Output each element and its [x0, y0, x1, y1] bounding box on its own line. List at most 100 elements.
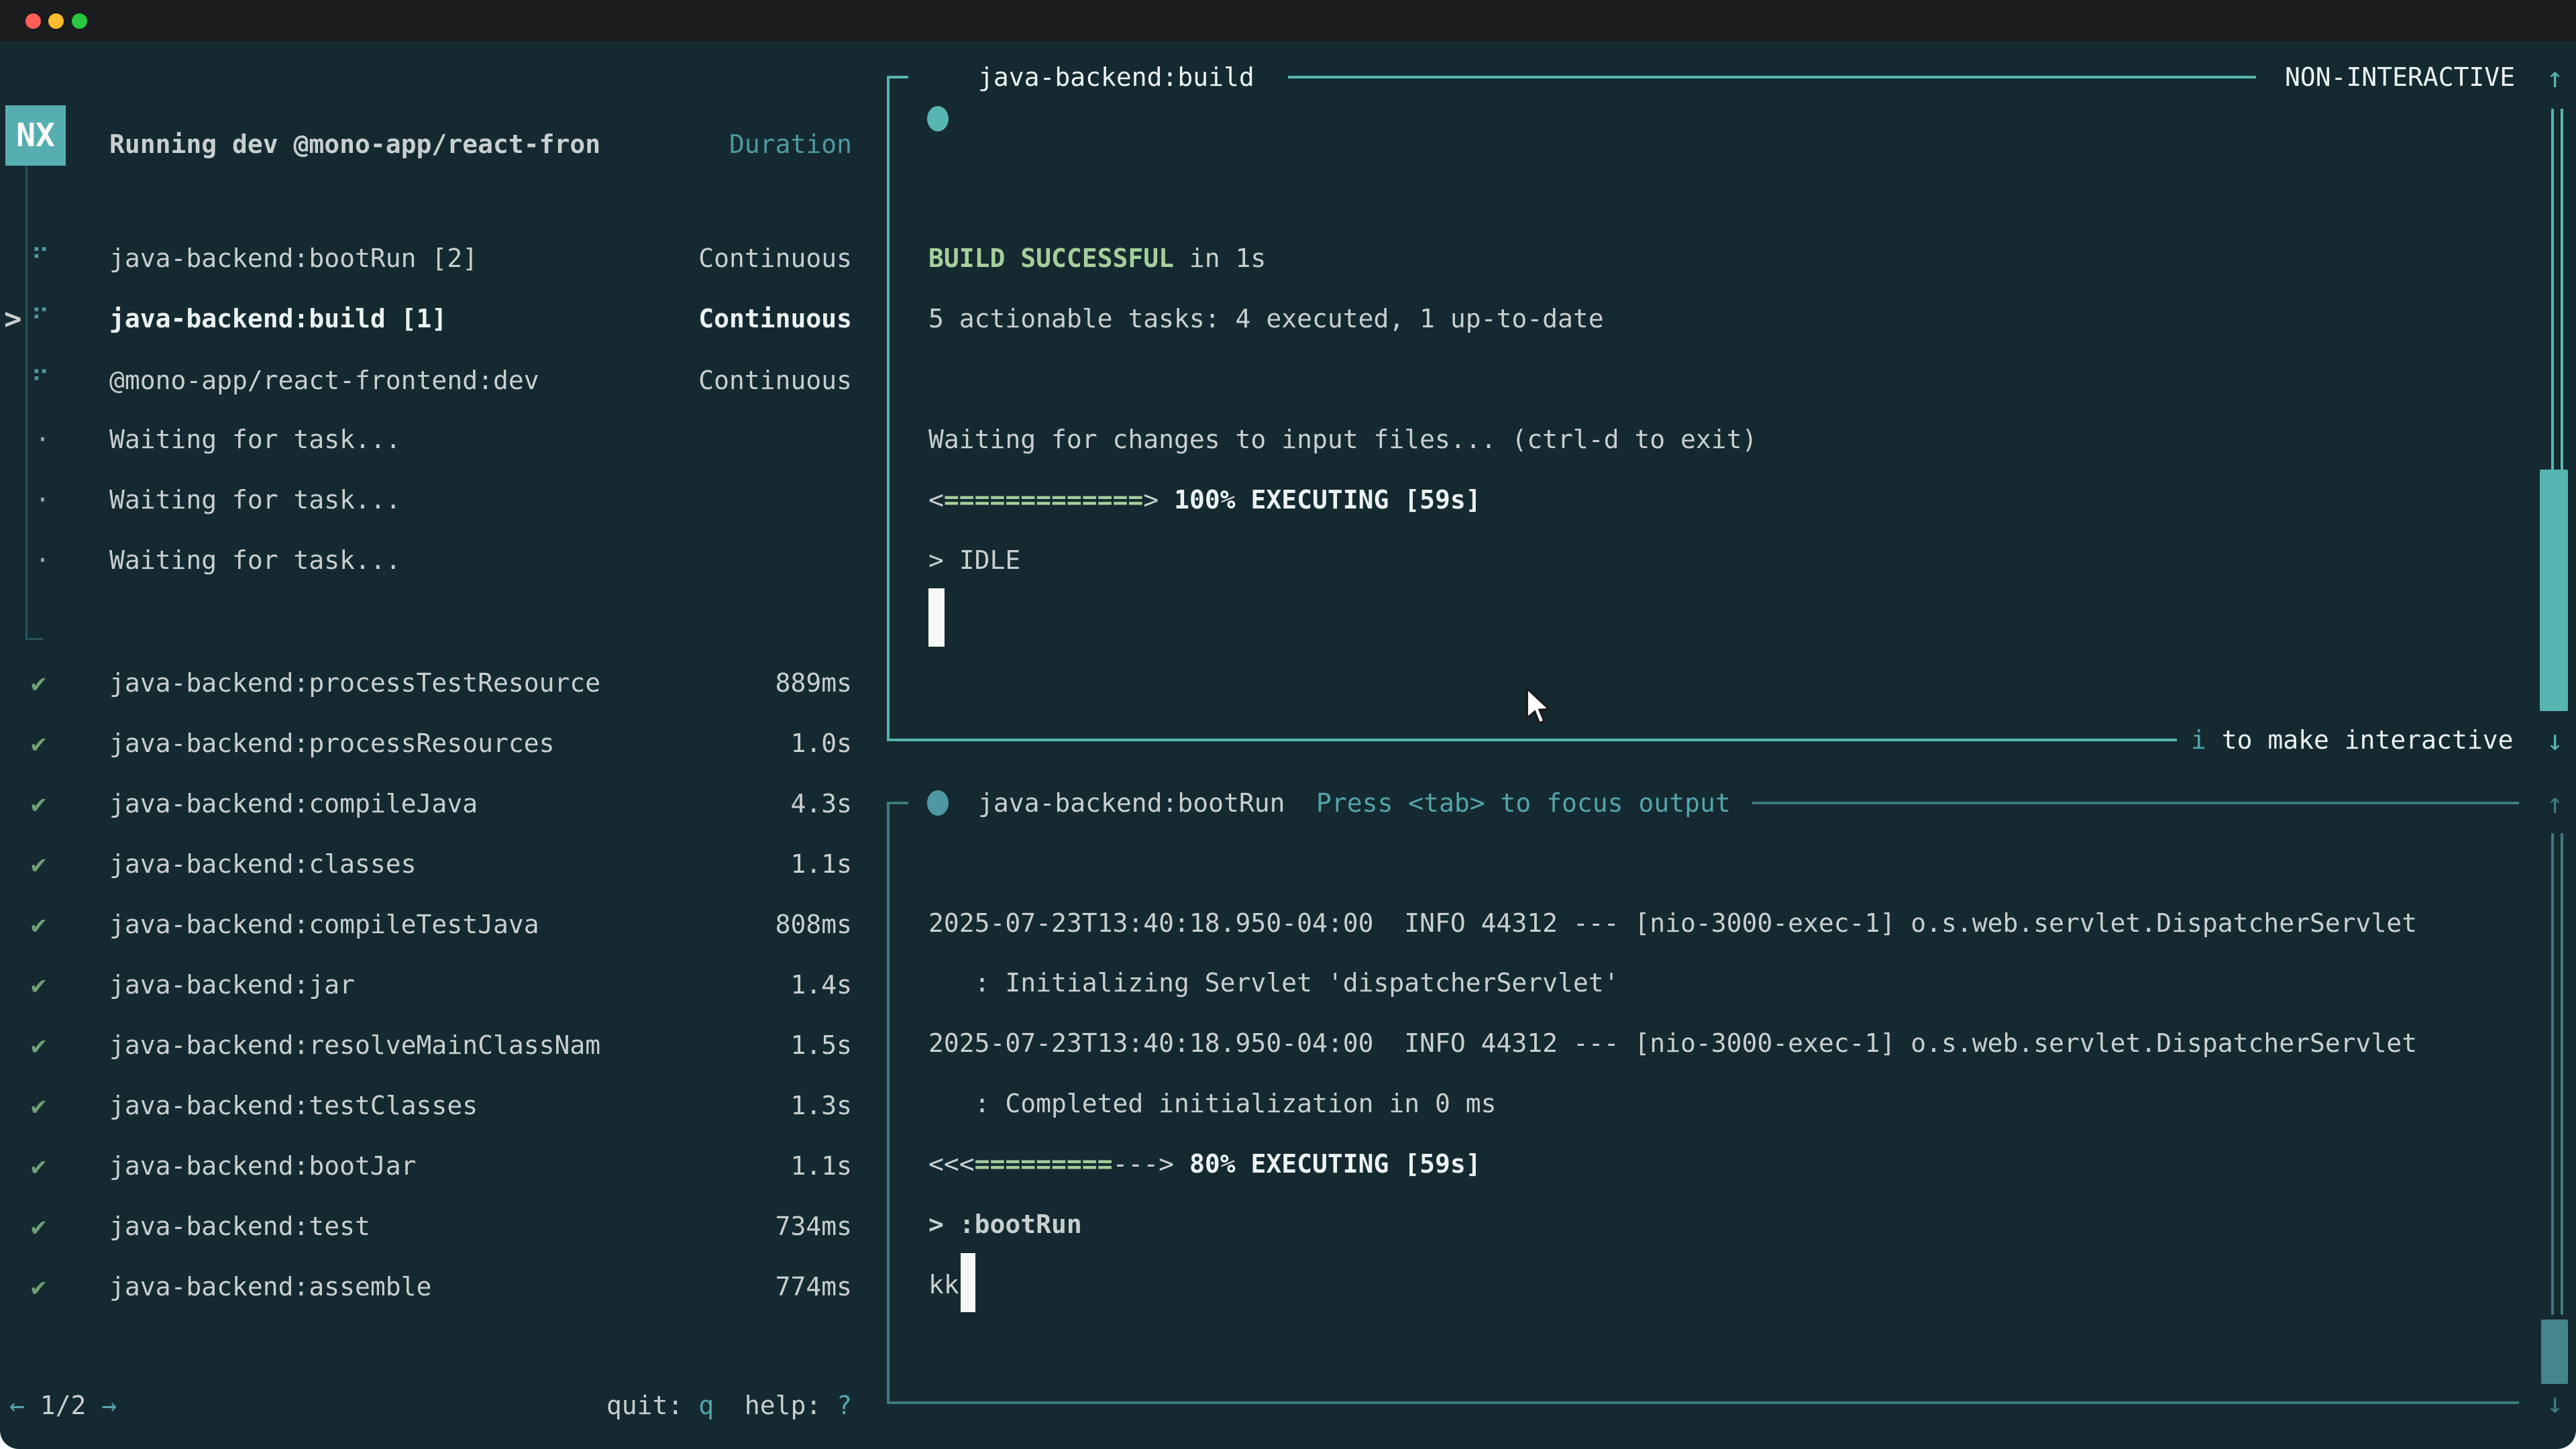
build-panel-border-left — [887, 76, 890, 739]
task-row-completed[interactable]: ✔ java-backend:bootJar 1.1s — [0, 1136, 887, 1196]
task-duration: 889ms — [775, 668, 852, 698]
sidebar-footer: ← 1/2 → quit: q help: ? — [0, 1375, 887, 1436]
task-name: Waiting for task... — [109, 425, 401, 454]
bootrun-focus-hint: Press <tab> to focus output — [1316, 773, 1731, 833]
build-panel-scroll-up-icon[interactable]: ↑ — [2546, 47, 2563, 107]
check-icon: ✔ — [31, 729, 71, 758]
build-status-line: > IDLE — [928, 530, 1020, 590]
task-row-completed[interactable]: ✔ java-backend:resolveMainClassNam 1.5s — [0, 1015, 887, 1075]
interactive-key[interactable]: i — [2191, 725, 2206, 755]
task-row-completed[interactable]: ✔ java-backend:assemble 774ms — [0, 1256, 887, 1317]
task-duration: 1.3s — [790, 1091, 852, 1120]
task-duration: Continuous — [698, 304, 852, 333]
task-duration: 734ms — [775, 1212, 852, 1241]
progress-fill: ============= — [944, 485, 1143, 515]
build-terminal-cursor — [928, 588, 945, 647]
task-row-waiting[interactable]: · Waiting for task... — [0, 409, 887, 470]
check-icon: ✔ — [31, 1272, 71, 1301]
task-row-completed[interactable]: ✔ java-backend:test 734ms — [0, 1196, 887, 1256]
bootrun-panel-scroll-up-icon[interactable]: ↑ — [2546, 773, 2563, 833]
help-key[interactable]: ? — [837, 1391, 852, 1420]
page-prev-icon[interactable]: ← — [9, 1391, 25, 1420]
build-panel-mode-badge: NON-INTERACTIVE — [2285, 47, 2515, 107]
task-name: java-backend:jar — [109, 970, 355, 1000]
bootrun-panel-status-dot-icon — [927, 790, 949, 816]
check-icon: ✔ — [31, 1091, 71, 1120]
task-row-completed[interactable]: ✔ java-backend:classes 1.1s — [0, 834, 887, 894]
bootrun-progress-bar: <<<=========---> 80% EXECUTING [59s] — [928, 1134, 1481, 1194]
build-panel-status-dot-icon — [927, 106, 949, 131]
bootrun-panel-border-left — [887, 802, 890, 1403]
progress-fill: ========= — [975, 1149, 1113, 1179]
task-duration: 1.1s — [790, 849, 852, 879]
task-row-waiting[interactable]: · Waiting for task... — [0, 470, 887, 530]
task-name: java-backend:compileJava — [109, 789, 478, 818]
bootrun-input-text: kk — [928, 1254, 959, 1315]
window-titlebar — [0, 0, 2576, 42]
check-icon: ✔ — [31, 970, 71, 1000]
duration-column-header: Duration — [729, 129, 852, 159]
progress-left-cap: < — [928, 485, 944, 515]
build-successful-label: BUILD SUCCESSFUL — [928, 244, 1174, 273]
build-panel-border-bottom — [887, 739, 2177, 741]
quit-hint-label: quit: — [606, 1391, 698, 1420]
task-group-bracket-foot — [25, 638, 43, 640]
pagination: ← 1/2 → — [9, 1391, 117, 1420]
spinner-icon: ⠋ — [31, 304, 71, 333]
spinner-icon: ⠋ — [31, 244, 71, 273]
close-window-button[interactable] — [25, 13, 41, 29]
waiting-dot-icon: · — [35, 485, 75, 515]
check-icon: ✔ — [31, 1212, 71, 1241]
bootrun-log-line: : Initializing Servlet 'dispatcherServle… — [928, 953, 1619, 1013]
task-row-completed[interactable]: ✔ java-backend:compileJava 4.3s — [0, 773, 887, 834]
task-duration: 1.0s — [790, 729, 852, 758]
task-name: java-backend:assemble — [109, 1272, 431, 1301]
task-name: java-backend:bootJar — [109, 1151, 417, 1181]
task-name: Waiting for task... — [109, 485, 401, 515]
task-row-bootrun[interactable]: ⠋ java-backend:bootRun [2] Continuous — [0, 228, 887, 288]
task-row-completed[interactable]: ✔ java-backend:compileTestJava 808ms — [0, 894, 887, 955]
progress-right-cap: > — [1143, 485, 1159, 515]
progress-label: 80% EXECUTING [59s] — [1174, 1149, 1481, 1179]
check-icon: ✔ — [31, 668, 71, 698]
page-next-icon[interactable]: → — [101, 1391, 117, 1420]
zoom-window-button[interactable] — [72, 13, 87, 29]
build-panel-border-corner — [887, 76, 908, 78]
task-row-build-selected[interactable]: ⠋ java-backend:build [1] Continuous — [0, 288, 887, 349]
build-panel-header-line — [1288, 76, 2256, 78]
task-row-frontend-dev[interactable]: ⠋ @mono-app/react-frontend:dev Continuou… — [0, 350, 887, 411]
bootrun-panel-scrollbar-thumb[interactable] — [2541, 1320, 2568, 1384]
check-icon: ✔ — [31, 910, 71, 939]
bootrun-log-line: 2025-07-23T13:40:18.950-04:00 INFO 44312… — [928, 893, 2417, 953]
task-row-completed[interactable]: ✔ java-backend:jar 1.4s — [0, 955, 887, 1015]
task-duration: 1.5s — [790, 1030, 852, 1060]
check-icon: ✔ — [31, 1030, 71, 1060]
check-icon: ✔ — [31, 849, 71, 879]
task-name: java-backend:testClasses — [109, 1091, 478, 1120]
terminal-screen: NX Running dev @mono-app/react-fron Dura… — [0, 42, 2576, 1449]
task-name: java-backend:build [1] — [109, 304, 447, 333]
progress-left-cap: <<< — [928, 1149, 975, 1179]
build-progress-bar: <=============> 100% EXECUTING [59s] — [928, 470, 1481, 530]
task-row-completed[interactable]: ✔ java-backend:processResources 1.0s — [0, 713, 887, 773]
task-duration: 808ms — [775, 910, 852, 939]
task-row-waiting[interactable]: · Waiting for task... — [0, 530, 887, 590]
build-panel-scroll-down-icon[interactable]: ↓ — [2546, 710, 2563, 770]
task-row-completed[interactable]: ✔ java-backend:processTestResource 889ms — [0, 653, 887, 713]
task-row-completed[interactable]: ✔ java-backend:testClasses 1.3s — [0, 1075, 887, 1136]
mouse-cursor-icon — [1524, 687, 1554, 729]
interactive-hint-label: to make interactive — [2206, 725, 2514, 755]
minimize-window-button[interactable] — [48, 13, 64, 29]
build-panel-scrollbar-thumb[interactable] — [2540, 470, 2568, 711]
build-panel-title: java-backend:build — [978, 47, 1254, 107]
task-name: java-backend:classes — [109, 849, 417, 879]
task-list-title: Running dev @mono-app/react-fron — [109, 129, 600, 159]
task-name: java-backend:test — [109, 1212, 370, 1241]
build-tasks-summary: 5 actionable tasks: 4 executed, 1 up-to-… — [928, 288, 1604, 349]
interactive-hint: i to make interactive — [2191, 710, 2513, 770]
page-indicator: 1/2 — [25, 1391, 101, 1420]
bootrun-log-line: : Completed initialization in 0 ms — [928, 1073, 1496, 1134]
bootrun-terminal-cursor — [961, 1253, 975, 1312]
build-waiting-line: Waiting for changes to input files... (c… — [928, 409, 1757, 470]
quit-key[interactable]: q — [698, 1391, 714, 1420]
